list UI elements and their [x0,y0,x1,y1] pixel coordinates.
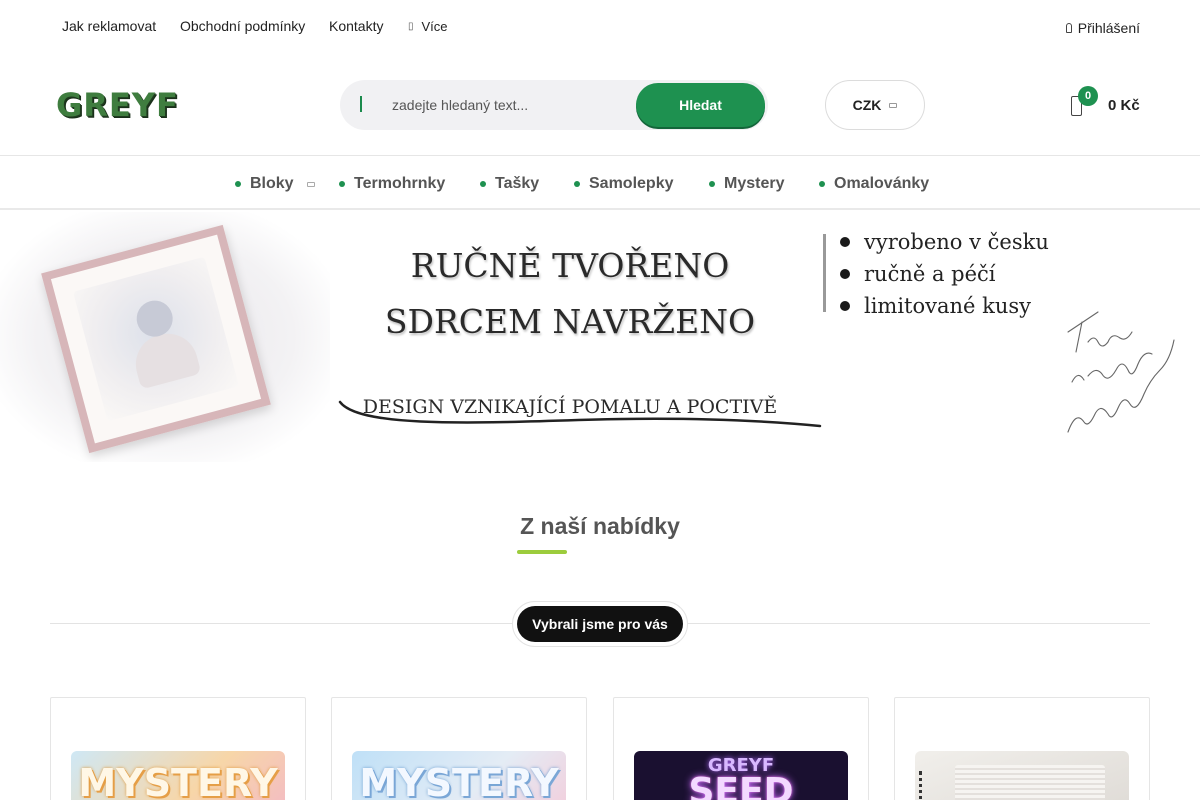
search-icon [360,96,372,112]
bullet-dot [840,237,850,247]
cart-count-badge: 0 [1078,86,1098,106]
product-card[interactable]: GREYF SEED [613,697,869,800]
notepad-illustration [72,256,240,422]
bullet-text: vyrobeno v česku [864,230,1049,254]
nav-dot [235,181,241,187]
cart-button[interactable]: 0 0 Kč [1068,86,1148,122]
currency-value: CZK [852,97,882,113]
tab-vybrali-jsme-pro-vas[interactable]: Vybrali jsme pro vás [512,601,688,647]
chevron-down-icon [889,102,898,108]
link-kontakty[interactable]: Kontakty [329,18,383,34]
nav-dot [339,181,345,187]
product-card[interactable] [894,697,1150,800]
product-image-text: SEED [688,771,794,800]
nav-label: Bloky [250,175,294,192]
main-nav: Bloky Termohrnky Tašky Samolepky Mystery… [0,155,1200,210]
banner-title-line2: SDRCEM NAVRŽENO [384,302,756,341]
search-bar: Hledat [340,80,768,130]
hero-banner[interactable]: RUČNĚ TVOŘENO SDRCEM NAVRŽENO DESIGN VZN… [0,212,1200,462]
nav-label: Samolepky [589,175,674,192]
login-link[interactable]: Přihlášení [1065,20,1140,36]
link-obchodni-podminky[interactable]: Obchodní podmínky [180,18,305,34]
handwritten-signature [1067,311,1175,433]
cart-total: 0 Kč [1108,97,1140,114]
banner-photo [0,212,330,462]
product-image[interactable] [915,751,1129,800]
bullet-dot [840,301,850,311]
link-jak-reklamovat[interactable]: Jak reklamovat [62,18,156,34]
banner-divider [823,234,826,312]
login-label: Přihlášení [1077,20,1140,36]
product-card[interactable]: MYSTERY [331,697,587,800]
nav-label: Termohrnky [354,175,446,192]
nav-item-samolepky[interactable]: Samolepky [574,175,673,193]
top-bar: Jak reklamovat Obchodní podmínky Kontakt… [0,0,1200,52]
section-title-underline [517,550,567,554]
product-image[interactable]: MYSTERY [71,751,285,800]
nav-item-bloky[interactable]: Bloky [235,175,315,193]
nav-dot [574,181,580,187]
tab-label: Vybrali jsme pro vás [517,606,683,642]
chevron-down-icon [306,181,315,187]
bullet-text: limitované kusy [864,294,1032,318]
menu-dots-icon: ▯ [408,21,413,32]
banner-subtitle: DESIGN VZNIKAJÍCÍ POMALU A POCTIVĚ [362,396,778,418]
illustration-body [129,327,202,390]
bullet-text: ručně a péčí [864,262,996,286]
product-image-text: MYSTERY [359,761,559,800]
product-image-text: MYSTERY [78,761,278,800]
currency-select[interactable]: CZK [825,80,925,130]
product-image[interactable]: GREYF SEED [634,751,848,800]
site-logo[interactable]: GREYF [56,86,179,124]
search-button[interactable]: Hledat [636,83,765,127]
nav-dot [819,181,825,187]
more-menu-button[interactable]: ▯ Více [408,19,448,34]
user-icon [1065,23,1072,33]
banner-bullet: vyrobeno v česku [840,230,1049,254]
nav-dot [709,181,715,187]
section-title: Z naší nabídky [520,513,680,539]
nav-label: Omalovánky [834,175,930,192]
product-image[interactable]: MYSTERY [352,751,566,800]
bullet-dot [840,269,850,279]
banner-title-line1: RUČNĚ TVOŘENO [410,246,730,285]
nav-item-omalovanky[interactable]: Omalovánky [819,175,929,193]
product-card[interactable]: MYSTERY [50,697,306,800]
nav-item-tasky[interactable]: Tašky [480,175,539,193]
banner-bullet: limitované kusy [840,294,1031,318]
nav-label: Mystery [724,175,785,192]
notepad-image [41,224,271,454]
nav-label: Tašky [495,175,540,192]
banner-bullet: ručně a péčí [840,262,996,286]
nav-dot [480,181,486,187]
spiral-binding [919,771,935,800]
notebook-cover [955,765,1105,800]
search-input[interactable] [392,80,622,130]
nav-item-termohrnky[interactable]: Termohrnky [339,175,445,193]
more-label: Více [421,19,448,34]
nav-item-mystery[interactable]: Mystery [709,175,784,193]
